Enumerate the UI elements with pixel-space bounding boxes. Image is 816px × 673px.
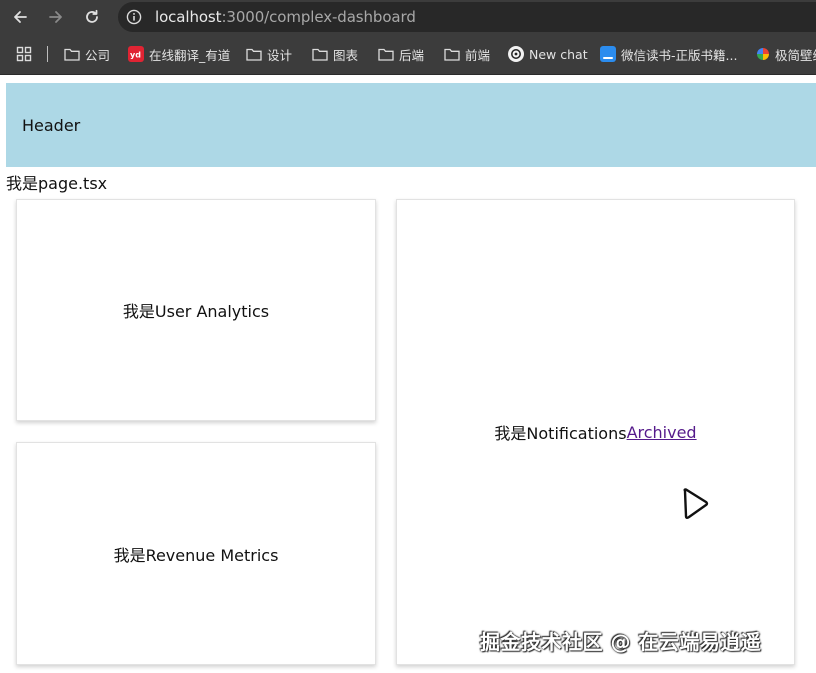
bookmark-folder-company[interactable]: 公司 bbox=[64, 44, 110, 64]
page-header: Header bbox=[6, 83, 816, 167]
address-bar[interactable]: localhost:3000/complex-dashboard bbox=[118, 2, 816, 32]
bookmark-wallpaper[interactable]: 极简壁纸 bbox=[756, 44, 816, 64]
mouse-cursor-icon bbox=[683, 488, 709, 519]
bookmark-youdao[interactable]: yd 在线翻译_有道 bbox=[128, 44, 230, 64]
youdao-icon: yd bbox=[128, 46, 144, 62]
notifications-card: 我是Notifications Archived bbox=[396, 199, 795, 665]
folder-icon bbox=[378, 48, 394, 61]
forward-button[interactable] bbox=[44, 5, 68, 29]
url-path: :3000/complex-dashboard bbox=[221, 8, 416, 26]
bookmark-new-chat[interactable]: New chat bbox=[508, 44, 588, 64]
bookmark-label: 在线翻译_有道 bbox=[149, 47, 231, 63]
bookmark-label: 图表 bbox=[333, 47, 359, 63]
url-host: localhost bbox=[155, 8, 222, 26]
page-label: 我是page.tsx bbox=[6, 174, 108, 193]
url-text[interactable]: localhost:3000/complex-dashboard bbox=[155, 8, 416, 26]
watermark-text: 掘金技术社区 @ 在云端易逍遥 bbox=[480, 630, 762, 654]
bookmark-folder-charts[interactable]: 图表 bbox=[312, 44, 358, 64]
pinwheel-icon bbox=[757, 48, 769, 60]
svg-text:yd: yd bbox=[130, 51, 141, 60]
header-title: Header bbox=[22, 116, 81, 135]
bookmark-folder-frontend[interactable]: 前端 bbox=[444, 44, 490, 64]
notifications-text: 我是Notifications bbox=[494, 424, 627, 443]
bookmark-folder-design[interactable]: 设计 bbox=[246, 44, 292, 64]
openai-icon bbox=[508, 46, 524, 62]
back-button[interactable] bbox=[8, 5, 32, 29]
bookmark-label: 微信读书-正版书籍... bbox=[621, 47, 738, 63]
revenue-metrics-card: 我是Revenue Metrics bbox=[16, 442, 376, 665]
bookmark-label: 前端 bbox=[465, 47, 491, 63]
folder-icon bbox=[312, 48, 328, 61]
bookmark-label: 极简壁纸 bbox=[775, 47, 816, 63]
info-icon[interactable] bbox=[126, 9, 142, 25]
reload-button[interactable] bbox=[80, 5, 104, 29]
user-analytics-card: 我是User Analytics bbox=[16, 199, 376, 421]
apps-grid-icon[interactable] bbox=[16, 46, 32, 62]
bookmark-folder-backend[interactable]: 后端 bbox=[378, 44, 424, 64]
bookmark-label: 设计 bbox=[267, 47, 293, 63]
browser-toolbar: localhost:3000/complex-dashboard bbox=[0, 0, 816, 34]
archived-link[interactable]: Archived bbox=[627, 423, 697, 442]
bookmark-label: 公司 bbox=[85, 47, 111, 63]
user-analytics-text: 我是User Analytics bbox=[122, 302, 270, 321]
bookmark-weread[interactable]: 微信读书-正版书籍... bbox=[600, 44, 737, 64]
arrow-right-icon bbox=[49, 11, 62, 23]
folder-icon bbox=[444, 48, 460, 61]
arrow-left-icon bbox=[14, 11, 27, 23]
weread-icon bbox=[600, 46, 616, 62]
folder-icon bbox=[64, 48, 80, 61]
folder-icon bbox=[246, 48, 262, 61]
revenue-metrics-text: 我是Revenue Metrics bbox=[113, 545, 279, 565]
bookmarks-divider bbox=[47, 46, 48, 62]
bookmarks-bar: 公司 yd 在线翻译_有道 设计 图表 后端 前端 New chat 微信读书-… bbox=[0, 34, 816, 75]
reload-icon bbox=[86, 9, 98, 23]
bookmark-label: New chat bbox=[529, 46, 588, 62]
bookmark-label: 后端 bbox=[399, 47, 425, 63]
